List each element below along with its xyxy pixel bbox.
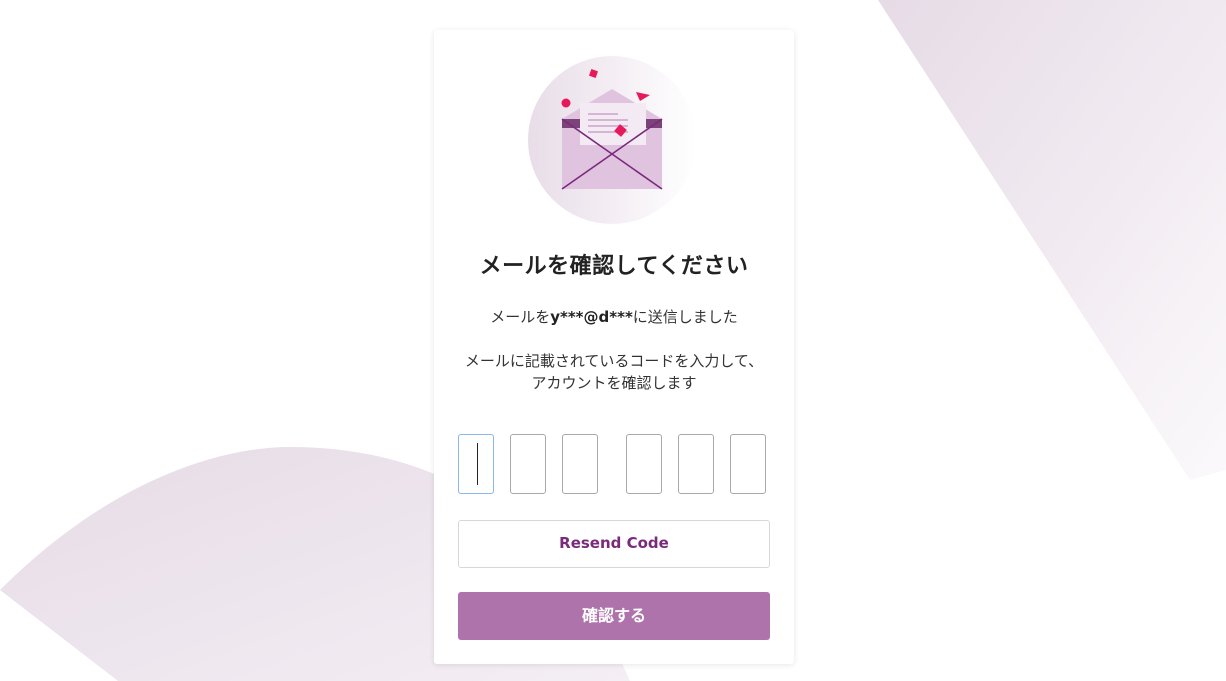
resend-code-button[interactable]: Resend Code — [458, 520, 770, 568]
code-input-1[interactable] — [458, 434, 494, 494]
sent-suffix: に送信しました — [632, 308, 738, 326]
sent-message: メールをy***@d***に送信しました — [434, 306, 794, 327]
code-input-2[interactable] — [510, 434, 546, 494]
verification-card: メールを確認してください メールをy***@d***に送信しました メールに記載… — [434, 30, 794, 664]
page-title: メールを確認してください — [479, 254, 749, 279]
code-input-4[interactable] — [626, 434, 662, 494]
text-caret — [477, 443, 478, 485]
masked-email: y***@d*** — [550, 308, 633, 326]
background-shape-right — [878, 0, 1226, 480]
instruction-text: メールに記載されているコードを入力して、アカウントを確認します — [464, 352, 764, 392]
open-envelope-icon — [528, 56, 696, 224]
code-input-5[interactable] — [678, 434, 714, 494]
confirm-button[interactable]: 確認する — [458, 592, 770, 640]
code-input-6[interactable] — [730, 434, 766, 494]
code-input-3[interactable] — [562, 434, 598, 494]
sent-prefix: メールを — [490, 308, 551, 326]
